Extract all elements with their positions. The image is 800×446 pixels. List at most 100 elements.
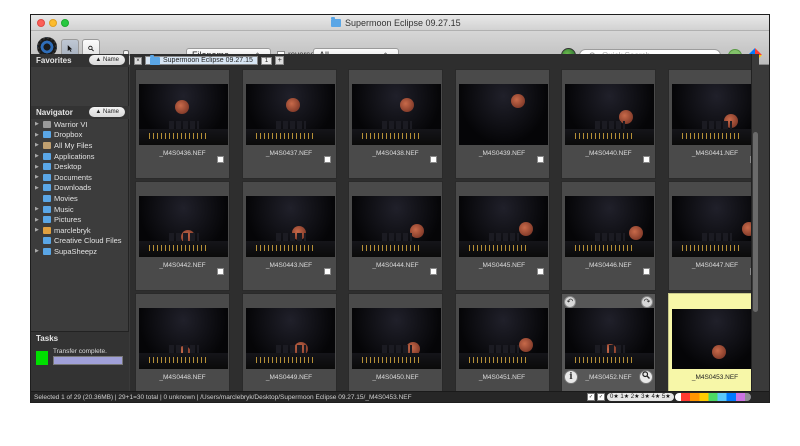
thumbnail-cell[interactable]: _M4S0452.NEF ↶ ↷ i (561, 293, 656, 391)
disclosure-triangle-icon[interactable]: ▶ (35, 132, 41, 138)
thumbnail-cell[interactable]: _M4S0436.NEF (135, 69, 230, 179)
zoom-window-button[interactable] (61, 19, 69, 27)
thumbnail-filename: _M4S0436.NEF (159, 150, 206, 157)
thumbnail-image[interactable] (565, 84, 654, 145)
disclosure-triangle-icon[interactable]: ▶ (35, 217, 41, 223)
thumbnail-checkbox[interactable] (323, 156, 331, 163)
thumbnail-image[interactable] (245, 308, 335, 369)
thumbnail-filename: _M4S0451.NEF (478, 374, 526, 381)
disclosure-triangle-icon[interactable]: ▶ (35, 227, 41, 233)
thumbnail-checkbox[interactable] (430, 268, 437, 275)
disclosure-triangle-icon[interactable]: ▶ (35, 206, 41, 212)
thumbnail-checkbox[interactable] (430, 156, 437, 163)
add-tab-icon[interactable]: + (275, 56, 285, 65)
sidebar-item[interactable]: ▶ Warrior VI (31, 119, 129, 130)
vertical-scrollbar[interactable] (751, 54, 759, 391)
thumbnail-filename: _M4S0438.NEF (372, 150, 419, 157)
thumbnail-cell[interactable]: _M4S0451.NEF (454, 293, 550, 391)
thumbnail-image[interactable] (139, 196, 228, 257)
navigator-sort-button[interactable]: ▲ Name (89, 107, 125, 117)
rotate-right-icon[interactable]: ↷ (641, 296, 653, 308)
thumbnail-filename: _M4S0449.NEF (265, 374, 313, 381)
rating-filter-checkbox[interactable]: ✓ (587, 393, 595, 401)
sidebar-item[interactable]: ▶ Downloads (31, 183, 129, 194)
thumbnail-cell[interactable]: _M4S0444.NEF (348, 181, 443, 291)
thumbnail-image[interactable] (565, 196, 654, 257)
rating-lock-checkbox[interactable]: ✓ (597, 393, 605, 401)
thumbnail-cell[interactable]: _M4S0450.NEF (348, 293, 443, 391)
sidebar-item[interactable]: Creative Cloud Files (31, 236, 129, 247)
info-icon[interactable]: i (564, 370, 578, 384)
thumbnail-image[interactable] (352, 308, 441, 369)
thumbnail-filename: _M4S0453.NEF (691, 374, 739, 381)
close-tab-icon[interactable]: × (134, 56, 142, 65)
star-rating-filter[interactable]: 0★ 1★ 2★ 3★ 4★ 5★ (607, 393, 674, 401)
thumbnail-cell[interactable]: _M4S0442.NEF (135, 181, 230, 291)
thumbnail-image[interactable] (139, 84, 228, 145)
sidebar-item[interactable]: ▶ Documents (31, 172, 129, 183)
thumbnail-image[interactable] (671, 84, 759, 145)
disclosure-triangle-icon[interactable]: ▶ (35, 185, 41, 191)
thumbnail-image[interactable] (352, 84, 441, 145)
thumbnail-image[interactable] (245, 196, 335, 257)
sidebar-item[interactable]: Movies (31, 193, 129, 204)
thumbnail-image[interactable] (352, 196, 441, 257)
disclosure-triangle-icon[interactable]: ▶ (35, 142, 41, 148)
thumbnail-image[interactable] (565, 308, 654, 369)
rotate-left-icon[interactable]: ↶ (564, 296, 576, 308)
disclosure-triangle-icon[interactable]: ▶ (35, 164, 41, 170)
sidebar-item[interactable]: ▶ All My Files (31, 140, 129, 151)
thumbnail-filename: _M4S0448.NEF (159, 374, 206, 381)
photo-moon (400, 98, 414, 112)
disclosure-triangle-icon[interactable]: ▶ (35, 248, 41, 254)
thumbnail-filename: _M4S0450.NEF (372, 374, 419, 381)
thumbnail-image[interactable] (671, 196, 759, 257)
thumbnail-checkbox[interactable] (217, 268, 224, 275)
sidebar-item[interactable]: ▶ Applications (31, 151, 129, 162)
thumbnail-cell[interactable]: _M4S0446.NEF (561, 181, 656, 291)
thumbnail-checkbox[interactable] (323, 268, 331, 275)
thumbnail-cell[interactable]: _M4S0439.NEF (454, 69, 550, 179)
thumbnail-cell[interactable]: _M4S0453.NEF (667, 293, 759, 391)
thumbnail-cell[interactable]: _M4S0437.NEF (241, 69, 337, 179)
sidebar-item[interactable]: ▶ Desktop (31, 161, 129, 172)
thumbnail-image[interactable] (245, 84, 335, 145)
thumbnail-cell[interactable]: _M4S0438.NEF (348, 69, 443, 179)
disclosure-triangle-icon[interactable]: ▶ (35, 121, 41, 127)
thumbnail-image[interactable] (139, 308, 228, 369)
favorites-sort-button[interactable]: ▲ Name (89, 55, 125, 65)
thumbnail-cell[interactable]: _M4S0448.NEF (135, 293, 230, 391)
thumbnail-image[interactable] (458, 84, 548, 145)
thumbnail-image[interactable] (671, 309, 759, 369)
sidebar-item[interactable]: ▶ Dropbox (31, 130, 129, 141)
navigator-list: ▶ Warrior VI ▶ Dropbox ▶ All My Files ▶ Applica… (31, 119, 129, 257)
thumbnail-checkbox[interactable] (536, 156, 544, 163)
close-window-button[interactable] (37, 19, 45, 27)
thumbnail-image[interactable] (458, 308, 548, 369)
disclosure-triangle-icon[interactable]: ▶ (35, 153, 41, 159)
sidebar-item[interactable]: ▶ marclebryk (31, 225, 129, 236)
thumbnail-image[interactable] (458, 196, 548, 257)
thumbnail-checkbox[interactable] (536, 268, 544, 275)
thumbnail-checkbox[interactable] (643, 156, 650, 163)
folder-icon (43, 237, 51, 245)
folder-tab-body[interactable]: Supermoon Eclipse 09.27.15 (145, 54, 258, 65)
color-label-filter[interactable] (675, 393, 751, 401)
sidebar-item[interactable]: ▶ SupaSheepz (31, 246, 129, 257)
sidebar-item-label: Applications (54, 151, 95, 161)
thumbnail-checkbox[interactable] (217, 156, 224, 163)
minimize-window-button[interactable] (49, 19, 57, 27)
thumbnail-cell[interactable]: _M4S0445.NEF (454, 181, 550, 291)
thumbnail-cell[interactable]: _M4S0443.NEF (241, 181, 337, 291)
disclosure-triangle-icon[interactable]: ▶ (35, 174, 41, 180)
thumbnail-cell[interactable]: _M4S0440.NEF (561, 69, 656, 179)
folder-tab[interactable]: × Supermoon Eclipse 09.27.15 1 + (134, 54, 285, 65)
sidebar-item[interactable]: ▶ Music (31, 204, 129, 215)
zoom-icon[interactable] (639, 370, 653, 384)
thumbnail-checkbox[interactable] (643, 268, 650, 275)
sidebar-item[interactable]: ▶ Pictures (31, 214, 129, 225)
thumbnail-cell[interactable]: _M4S0449.NEF (241, 293, 337, 391)
thumbnail-cell[interactable]: _M4S0441.NEF (667, 69, 759, 179)
scrollbar-thumb[interactable] (753, 132, 758, 312)
thumbnail-cell[interactable]: _M4S0447.NEF (667, 181, 759, 291)
